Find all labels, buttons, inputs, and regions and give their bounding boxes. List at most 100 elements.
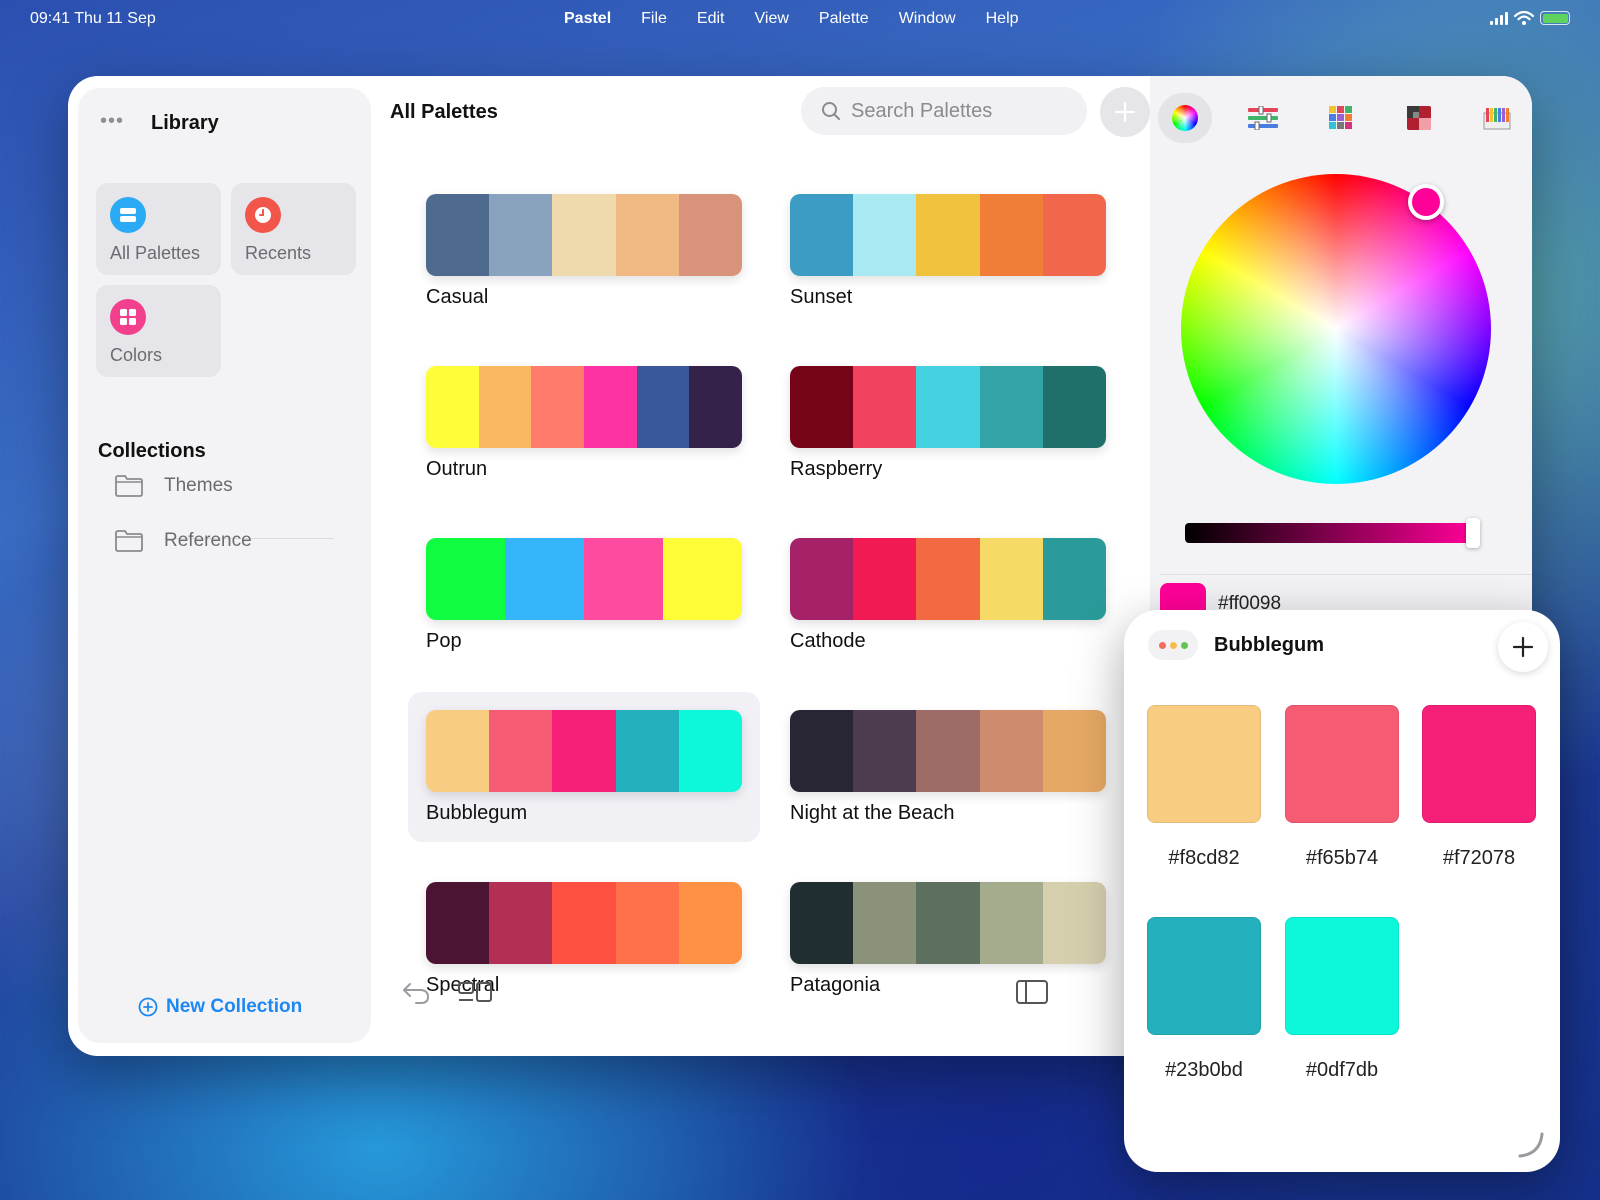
- page-title: All Palettes: [390, 101, 498, 123]
- swatch-color: [1147, 705, 1261, 823]
- sidebar-tile-recents[interactable]: Recents: [231, 183, 356, 275]
- menu-bar: 09:41 Thu 11 Sep Pastel File Edit View P…: [0, 0, 1600, 38]
- swatch-color: [1147, 917, 1261, 1035]
- palette-color-band: [678, 194, 742, 276]
- palette-color-band: [916, 882, 980, 964]
- palette-detail-window: Bubblegum #f8cd82 #f65b74 #f72078 #23b0b…: [1124, 610, 1560, 1172]
- palette-card-night-at-the-beach[interactable]: Night at the Beach: [772, 692, 1124, 842]
- palette-color-band: [426, 710, 490, 792]
- swatch-hex: #23b0bd: [1165, 1059, 1243, 1081]
- new-collection-button[interactable]: New Collection: [138, 996, 302, 1018]
- brightness-slider[interactable]: [1185, 523, 1473, 543]
- window-menu-dots-icon[interactable]: •••: [100, 110, 124, 133]
- palette-name: Raspberry: [790, 458, 883, 480]
- color-wheel[interactable]: [1181, 174, 1491, 484]
- add-color-button[interactable]: [1498, 622, 1548, 672]
- swatch-hex: #0df7db: [1305, 1059, 1379, 1081]
- resize-handle-icon[interactable]: [1516, 1130, 1546, 1160]
- palette-card-raspberry[interactable]: Raspberry: [772, 348, 1124, 498]
- wifi-icon: [1514, 11, 1534, 25]
- palette-card-sunset[interactable]: Sunset: [772, 176, 1124, 326]
- palette-strip: [426, 194, 742, 276]
- color-swatch[interactable]: #0df7db: [1285, 917, 1399, 1082]
- palette-card-cathode[interactable]: Cathode: [772, 520, 1124, 670]
- palette-color-band: [615, 882, 679, 964]
- sidebar-title: Library: [151, 112, 219, 134]
- color-wheel-selector[interactable]: [1408, 184, 1444, 220]
- palette-color-band: [584, 538, 663, 620]
- color-swatch[interactable]: #23b0bd: [1147, 917, 1261, 1082]
- palette-color-band: [853, 710, 917, 792]
- palette-name: Casual: [426, 286, 489, 308]
- palette-card-patagonia[interactable]: Patagonia: [772, 864, 1124, 1014]
- palette-name: Night at the Beach: [790, 802, 955, 824]
- sidebar-item-label: Reference: [164, 530, 252, 551]
- cellular-signal-icon: [1490, 11, 1508, 25]
- grid-icon: [110, 299, 146, 335]
- tab-image-picker[interactable]: [1392, 93, 1446, 143]
- undo-icon[interactable]: [398, 974, 434, 1010]
- search-input[interactable]: [851, 99, 1071, 123]
- tab-pencils[interactable]: [1470, 93, 1524, 143]
- menu-palette[interactable]: Palette: [819, 10, 869, 28]
- pencils-icon: [1483, 108, 1511, 130]
- swatch-color: [1285, 705, 1399, 823]
- palette-name: Outrun: [426, 458, 488, 480]
- sidebar-item-reference[interactable]: Reference: [114, 523, 252, 559]
- menu-view[interactable]: View: [755, 10, 789, 28]
- palette-color-band: [531, 366, 585, 448]
- sidebar-tile-colors[interactable]: Colors: [96, 285, 221, 377]
- tab-swatch-grid[interactable]: [1314, 93, 1368, 143]
- palette-color-band: [979, 882, 1043, 964]
- palette-color-band: [426, 882, 490, 964]
- palette-strip: [426, 366, 742, 448]
- brightness-slider-handle[interactable]: [1466, 518, 1480, 548]
- layout-toggle-icon[interactable]: [456, 974, 496, 1010]
- palette-name: Bubblegum: [426, 802, 528, 824]
- search-field[interactable]: [801, 87, 1087, 135]
- palette-color-band: [1042, 538, 1106, 620]
- color-swatch[interactable]: #f8cd82: [1147, 705, 1261, 870]
- window-menu-dots-icon[interactable]: [1148, 630, 1198, 660]
- palette-color-band: [916, 710, 980, 792]
- swatch-grid-icon: [1329, 106, 1352, 129]
- palette-color-band: [916, 366, 980, 448]
- palette-detail-title: Bubblegum: [1214, 634, 1324, 656]
- menu-edit[interactable]: Edit: [697, 10, 725, 28]
- palette-color-band: [426, 538, 505, 620]
- menu-window[interactable]: Window: [899, 10, 956, 28]
- menu-app-name[interactable]: Pastel: [564, 10, 611, 28]
- tab-sliders[interactable]: [1236, 93, 1290, 143]
- palette-color-band: [979, 538, 1043, 620]
- color-swatch[interactable]: #f72078: [1422, 705, 1536, 870]
- palette-color-band: [615, 710, 679, 792]
- sidebar-item-themes[interactable]: Themes: [114, 468, 233, 504]
- palette-color-band: [663, 538, 742, 620]
- sidebar-toggle-icon[interactable]: [1014, 974, 1050, 1010]
- clock-icon: [245, 197, 281, 233]
- palette-color-band: [790, 194, 854, 276]
- palette-card-bubblegum[interactable]: Bubblegum: [408, 692, 760, 842]
- palette-color-band: [979, 194, 1043, 276]
- search-icon: [822, 102, 840, 120]
- palette-card-casual[interactable]: Casual: [408, 176, 760, 326]
- palette-color-band: [552, 194, 616, 276]
- sidebar: ••• Library All Palettes Recents Colors …: [78, 88, 371, 1043]
- menu-file[interactable]: File: [641, 10, 667, 28]
- palette-card-outrun[interactable]: Outrun: [408, 348, 760, 498]
- palette-color-band: [790, 538, 854, 620]
- palette-color-band: [853, 194, 917, 276]
- palette-color-band: [1042, 366, 1106, 448]
- menu-help[interactable]: Help: [986, 10, 1019, 28]
- palette-color-band: [1042, 882, 1106, 964]
- palette-color-band: [584, 366, 637, 448]
- palette-card-pop[interactable]: Pop: [408, 520, 760, 670]
- add-palette-button[interactable]: [1100, 87, 1150, 137]
- color-swatch[interactable]: #f65b74: [1285, 705, 1399, 870]
- palette-strip: [426, 882, 742, 964]
- palette-color-band: [489, 882, 553, 964]
- palette-strip: [790, 710, 1106, 792]
- sidebar-tile-all-palettes[interactable]: All Palettes: [96, 183, 221, 275]
- palette-color-band: [552, 882, 616, 964]
- tab-color-wheel[interactable]: [1158, 93, 1212, 143]
